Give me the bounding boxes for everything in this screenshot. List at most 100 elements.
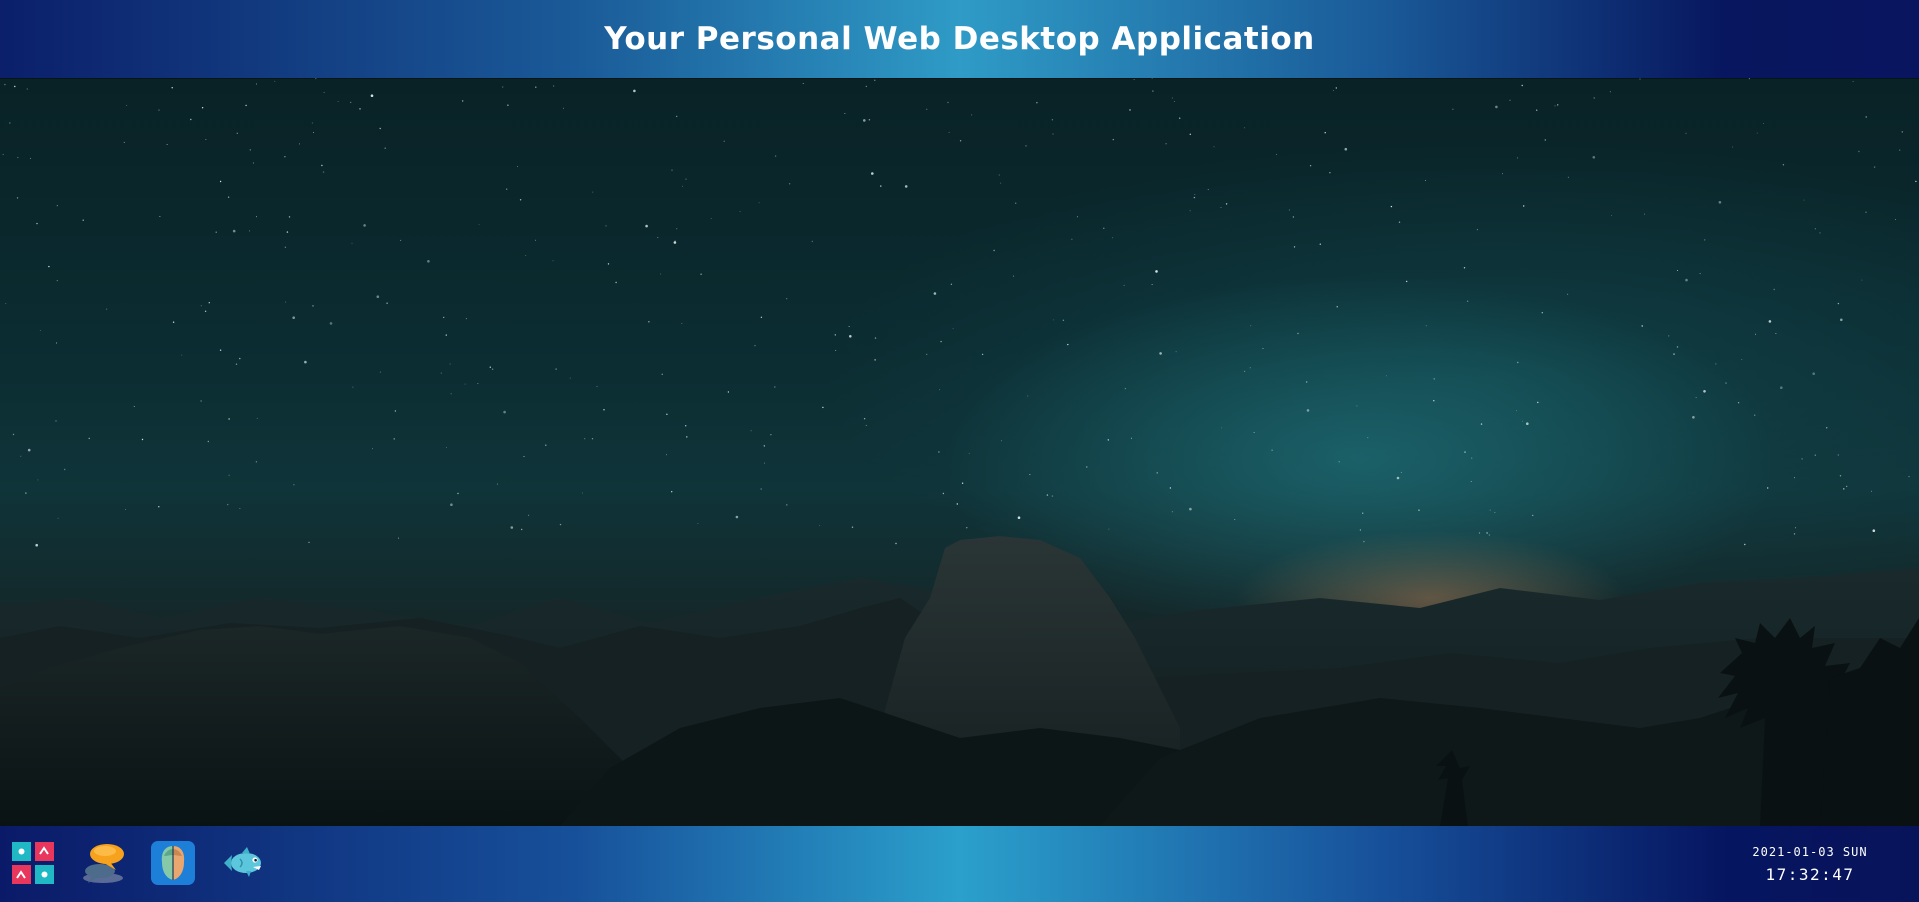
star <box>966 527 968 529</box>
star <box>496 483 498 485</box>
star <box>535 86 537 88</box>
star <box>1819 232 1821 234</box>
star <box>871 172 874 175</box>
star <box>1324 132 1326 134</box>
star <box>1644 213 1646 215</box>
star <box>1515 410 1517 412</box>
star <box>802 82 804 84</box>
star <box>1336 306 1338 308</box>
star <box>1554 105 1556 107</box>
star <box>1425 180 1426 181</box>
star <box>569 377 571 379</box>
star <box>682 185 683 187</box>
star <box>1193 196 1196 199</box>
star <box>56 280 58 282</box>
star <box>1463 267 1466 269</box>
star <box>1873 166 1876 168</box>
star <box>523 456 525 457</box>
star <box>63 468 66 471</box>
star <box>1306 381 1308 383</box>
star <box>1871 490 1872 492</box>
star <box>1406 280 1408 283</box>
star <box>1297 332 1299 335</box>
star <box>1249 367 1251 369</box>
star <box>1480 423 1483 425</box>
star <box>1332 90 1334 92</box>
star <box>1899 149 1901 151</box>
star-field <box>2 78 1917 547</box>
star <box>1067 343 1069 346</box>
star <box>1476 229 1478 231</box>
star <box>55 342 57 344</box>
chat-launcher[interactable] <box>80 840 126 886</box>
star <box>239 508 241 509</box>
star <box>274 80 276 82</box>
star <box>774 386 776 388</box>
desktop-area[interactable] <box>0 78 1919 826</box>
star <box>786 504 788 506</box>
star <box>37 479 39 481</box>
star <box>285 301 287 303</box>
star <box>555 368 557 370</box>
star <box>1152 90 1154 92</box>
star <box>39 329 41 331</box>
star <box>1812 372 1815 376</box>
star <box>172 321 175 323</box>
star <box>1741 359 1743 361</box>
star <box>819 524 821 526</box>
star <box>528 514 530 516</box>
star <box>350 101 352 104</box>
star <box>1288 209 1290 211</box>
clock-time: 17:32:47 <box>1765 865 1855 884</box>
star <box>304 360 307 364</box>
star <box>256 83 258 85</box>
star <box>141 438 144 441</box>
star <box>1794 477 1795 479</box>
star <box>1052 319 1054 321</box>
star <box>1062 319 1065 321</box>
star <box>926 353 928 356</box>
star <box>363 224 366 227</box>
star <box>723 140 725 142</box>
star <box>133 406 135 408</box>
star <box>394 410 397 412</box>
fish-game-launcher[interactable] <box>220 840 266 886</box>
star <box>519 199 522 201</box>
star <box>1051 495 1054 497</box>
star <box>506 188 508 190</box>
star <box>1123 284 1125 286</box>
star <box>666 413 668 415</box>
star <box>445 447 447 448</box>
star <box>666 454 667 456</box>
star <box>615 281 617 284</box>
star <box>961 482 964 484</box>
memory-game-launcher[interactable] <box>10 840 56 886</box>
star <box>1676 346 1679 348</box>
star <box>1112 138 1115 141</box>
star <box>1362 512 1364 514</box>
star <box>1156 472 1158 474</box>
star <box>1013 275 1014 277</box>
star <box>1194 194 1196 196</box>
star <box>55 420 57 422</box>
star <box>239 357 241 360</box>
star <box>1151 78 1153 79</box>
star <box>215 231 217 233</box>
star <box>1767 487 1769 489</box>
star <box>1748 78 1751 80</box>
star <box>1071 238 1073 240</box>
star <box>1029 474 1031 475</box>
star <box>1715 363 1717 365</box>
star <box>27 448 31 452</box>
profile-launcher[interactable] <box>150 840 196 886</box>
star <box>1464 451 1466 453</box>
star <box>379 127 381 130</box>
star <box>1773 288 1775 291</box>
star <box>1526 422 1529 426</box>
star <box>1367 437 1369 439</box>
star <box>1169 487 1172 489</box>
star <box>16 197 19 199</box>
star <box>1000 182 1002 184</box>
star <box>1306 409 1310 412</box>
star <box>1677 270 1679 271</box>
